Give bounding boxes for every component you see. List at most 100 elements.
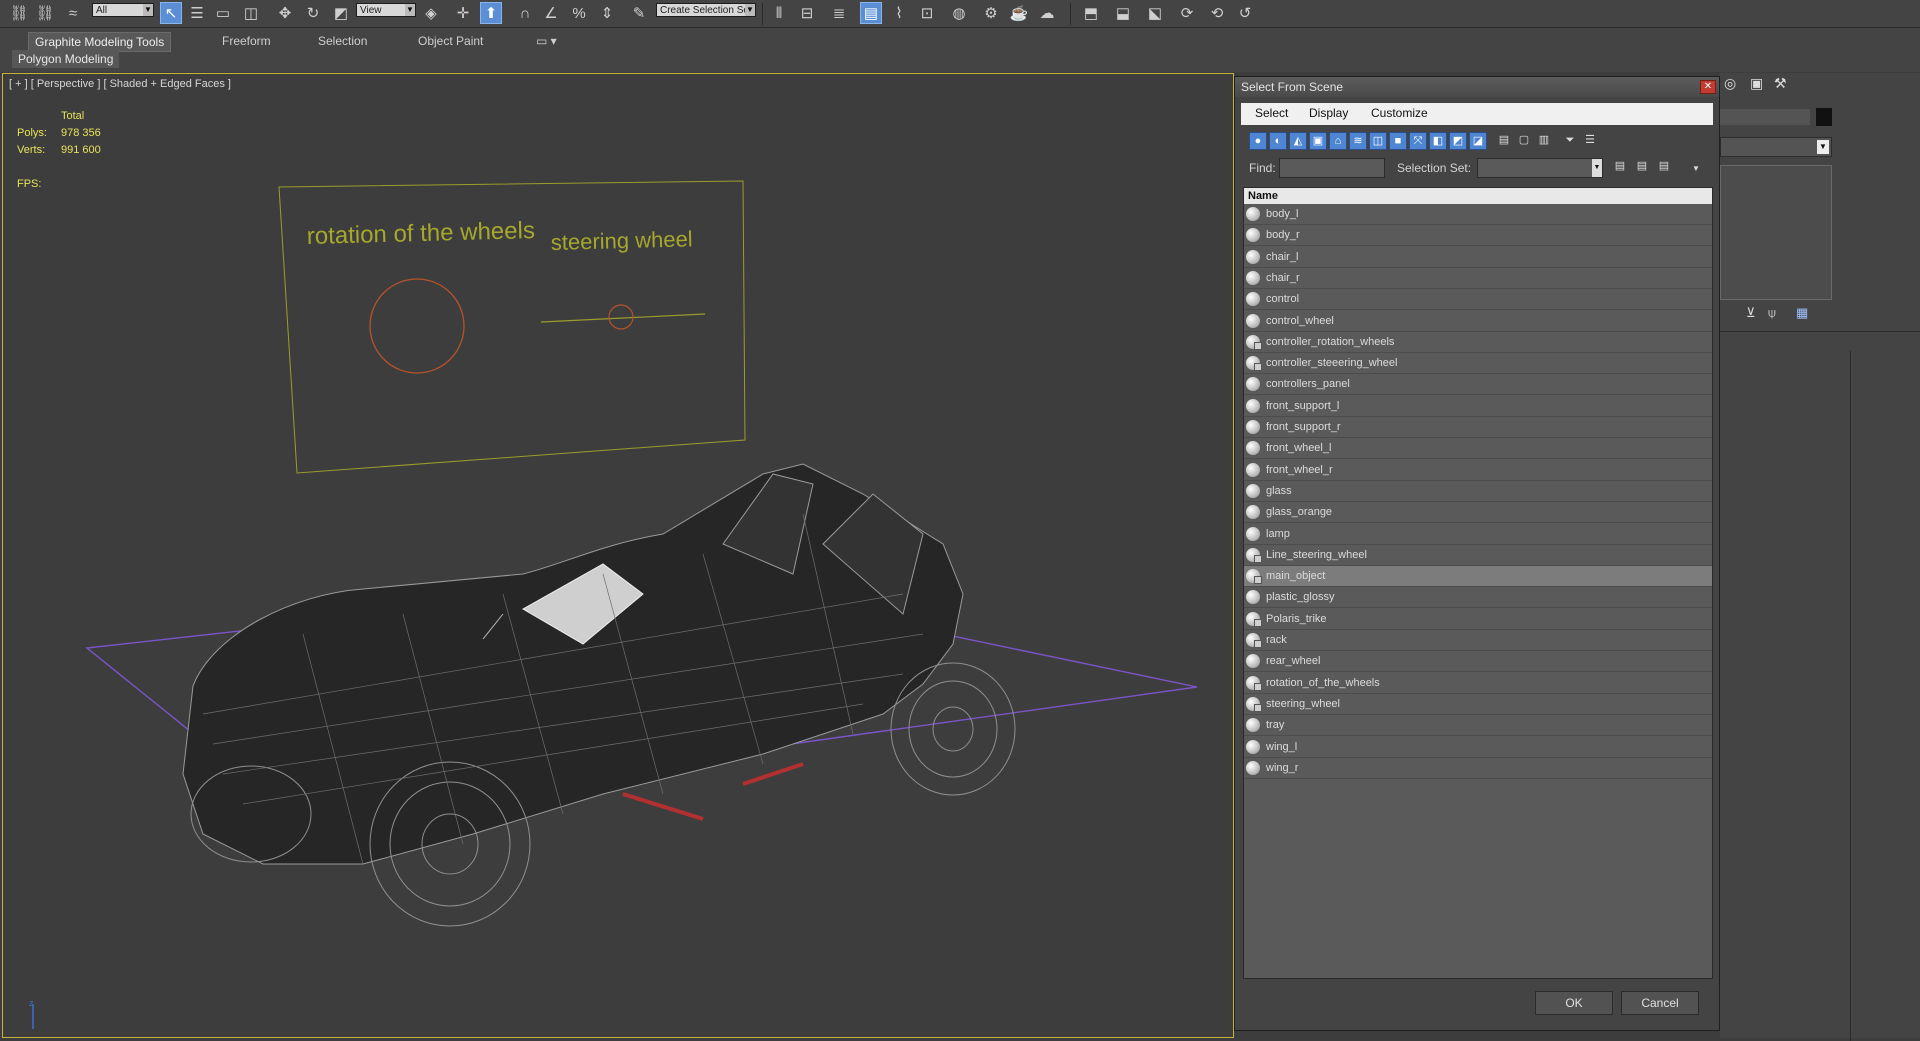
render-setup-icon[interactable]: ⚙ — [980, 2, 1002, 24]
list-item[interactable]: rotation_of_the_wheels — [1244, 673, 1712, 694]
list-item[interactable]: tray — [1244, 715, 1712, 737]
list-item[interactable]: body_r — [1244, 225, 1712, 247]
display-invert-icon[interactable]: ▥ — [1535, 132, 1553, 150]
list-item[interactable]: main_object — [1244, 566, 1712, 588]
steering-text-shape[interactable]: steering wheel — [550, 226, 692, 255]
show-end-result-icon[interactable]: ⍦ — [1768, 305, 1776, 321]
ok-button[interactable]: OK — [1535, 991, 1613, 1015]
rect-selection-icon[interactable]: ▭ — [212, 2, 234, 24]
filter-helpers-icon[interactable]: ⌂ — [1329, 132, 1347, 150]
list-item[interactable]: rear_wheel — [1244, 651, 1712, 673]
steering-controller-line[interactable] — [540, 313, 706, 323]
render-loop-icon[interactable]: ⟲ — [1206, 2, 1228, 24]
filter-cameras-icon[interactable]: ▣ — [1309, 132, 1327, 150]
select-by-name-icon[interactable]: ☰ — [186, 2, 208, 24]
add-selection-set-icon[interactable]: ▤ — [1611, 158, 1629, 176]
display-icon[interactable]: ◎ — [1724, 75, 1742, 93]
list-item[interactable]: chair_l — [1244, 247, 1712, 268]
rotation-controller-circle[interactable] — [369, 278, 465, 374]
window-crossing-icon[interactable]: ◫ — [240, 2, 262, 24]
unlink-icon[interactable]: ⛓ — [34, 2, 56, 24]
hammer-icon[interactable]: ⚒ — [1774, 75, 1792, 93]
list-item[interactable]: rack — [1244, 630, 1712, 651]
named-selection-sets-dropdown[interactable]: Create Selection Se ▼ — [656, 3, 756, 17]
bind-spacewarp-icon[interactable]: ≈ — [62, 2, 84, 24]
panel-polygon-modeling[interactable]: Polygon Modeling — [12, 50, 120, 68]
list-item[interactable]: controller_steeering_wheel — [1244, 353, 1712, 375]
spinner-snap-icon[interactable]: ⇕ — [596, 2, 618, 24]
list-item[interactable]: controllers_panel — [1244, 374, 1712, 396]
list-item[interactable]: front_support_r — [1244, 417, 1712, 438]
teapot-icon[interactable]: ⬓ — [1112, 2, 1134, 24]
tab-selection[interactable]: Selection — [312, 32, 373, 50]
list-item[interactable]: control — [1244, 289, 1712, 311]
list-item[interactable]: plastic_glossy — [1244, 587, 1712, 609]
name-field[interactable] — [1720, 109, 1810, 125]
edit-named-sets-icon[interactable]: ✎ — [628, 2, 650, 24]
schematic-view-icon[interactable]: ⊡ — [916, 2, 938, 24]
list-item[interactable]: Polaris_trike — [1244, 609, 1712, 630]
wire-icon[interactable]: ⟳ — [1176, 2, 1198, 24]
layer-manager-icon[interactable]: ≣ — [828, 2, 850, 24]
cancel-button[interactable]: Cancel — [1621, 991, 1699, 1015]
list-item[interactable]: front_wheel_l — [1244, 438, 1712, 460]
list-item[interactable]: glass — [1244, 481, 1712, 502]
reference-coord-dropdown[interactable]: View ▼ — [356, 3, 416, 17]
filter-lights-icon[interactable]: ◭ — [1289, 132, 1307, 150]
edit-selection-set-icon[interactable]: ▤ — [1655, 158, 1673, 176]
link-icon[interactable]: ⛓ — [8, 2, 30, 24]
pin-stack-icon[interactable]: ⊻ — [1746, 305, 1756, 321]
close-icon[interactable]: ✕ — [1700, 80, 1716, 94]
select-object-icon[interactable]: ↖ — [160, 2, 182, 24]
filter-frozen-icon[interactable]: ◩ — [1449, 132, 1467, 150]
list-item[interactable]: wing_l — [1244, 737, 1712, 758]
align-icon[interactable]: ⊟ — [796, 2, 818, 24]
menu-display[interactable]: Display — [1309, 106, 1348, 120]
rendered-frame-icon[interactable]: ☕ — [1008, 2, 1030, 24]
rotate-icon[interactable]: ↻ — [302, 2, 324, 24]
keyboard-shortcut-icon[interactable]: ⬆ — [480, 2, 502, 24]
column-header-name[interactable]: Name — [1244, 188, 1712, 204]
tab-freeform[interactable]: Freeform — [216, 32, 277, 50]
polaris-trike-wireframe[interactable] — [182, 463, 964, 865]
menu-customize[interactable]: Customize — [1371, 106, 1428, 120]
list-item[interactable]: control_wheel — [1244, 311, 1712, 332]
ribbon-options-icon[interactable]: ▭ ▾ — [530, 32, 563, 50]
remove-selection-set-icon[interactable]: ▤ — [1633, 158, 1651, 176]
list-item[interactable]: wing_r — [1244, 758, 1712, 779]
list-item[interactable]: front_support_l — [1244, 396, 1712, 417]
filter-funnel-icon[interactable]: ⏷ — [1561, 132, 1579, 150]
graphite-toggle-icon[interactable]: ▤ — [860, 2, 882, 24]
selection-set-dropdown[interactable]: ▼ — [1477, 158, 1603, 178]
filter-geometry-icon[interactable]: ● — [1249, 132, 1267, 150]
container-icon[interactable]: ⬒ — [1080, 2, 1102, 24]
filter-xrefs-icon[interactable]: ■ — [1389, 132, 1407, 150]
steering-controller-circle[interactable] — [608, 304, 634, 330]
filter-spacewarps-icon[interactable]: ≋ — [1349, 132, 1367, 150]
tab-graphite-modeling-tools[interactable]: Graphite Modeling Tools — [28, 32, 172, 52]
camera-icon[interactable]: ⬕ — [1144, 2, 1166, 24]
filter-groups-icon[interactable]: ◫ — [1369, 132, 1387, 150]
render-production-icon[interactable]: ☁ — [1036, 2, 1058, 24]
mirror-icon[interactable]: ⫴ — [768, 2, 790, 24]
filter-list-icon[interactable]: ☰ — [1581, 132, 1599, 150]
list-item[interactable]: body_l — [1244, 204, 1712, 225]
snaps-toggle-icon[interactable]: ∩ — [514, 2, 536, 24]
list-item[interactable]: front_wheel_r — [1244, 460, 1712, 481]
color-swatch[interactable] — [1816, 108, 1832, 126]
dialog-title-bar[interactable]: Select From Scene — [1235, 77, 1719, 97]
filter-shapes-icon[interactable]: ◐ — [1269, 132, 1287, 150]
angle-snap-icon[interactable]: ∠ — [540, 2, 562, 24]
render-cycle-icon[interactable]: ↺ — [1234, 2, 1256, 24]
find-input[interactable] — [1279, 158, 1385, 178]
display-all-icon[interactable]: ▤ — [1495, 132, 1513, 150]
list-item[interactable]: glass_orange — [1244, 502, 1712, 524]
list-item[interactable]: controller_rotation_wheels — [1244, 332, 1712, 353]
filter-hidden-icon[interactable]: ◪ — [1469, 132, 1487, 150]
menu-select[interactable]: Select — [1255, 106, 1288, 120]
list-item[interactable]: lamp — [1244, 524, 1712, 545]
percent-snap-icon[interactable]: % — [568, 2, 590, 24]
list-item[interactable]: Line_steering_wheel — [1244, 545, 1712, 566]
list-item[interactable]: chair_r — [1244, 268, 1712, 289]
select-manipulate-icon[interactable]: ✛ — [452, 2, 474, 24]
